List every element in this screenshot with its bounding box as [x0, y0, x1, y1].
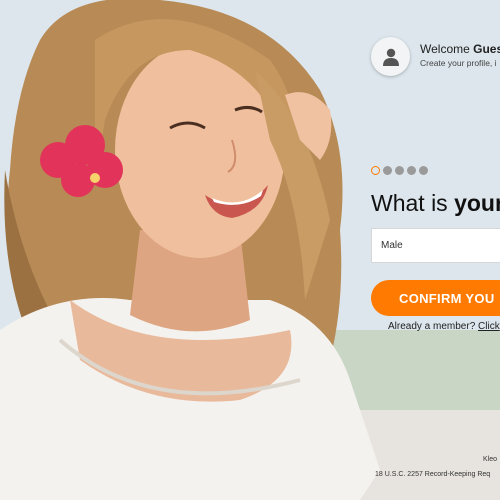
welcome-header: Welcome Guest Create your profile, i — [371, 37, 500, 77]
step-dot-3 — [395, 166, 404, 175]
user-icon — [382, 48, 399, 66]
step-dot-2 — [383, 166, 392, 175]
question-heading: What is your — [371, 190, 500, 217]
step-indicator — [371, 166, 428, 175]
footer-brand: Kleo — [483, 456, 498, 463]
gender-select[interactable]: Male — [371, 228, 500, 263]
question-emphasis: your — [454, 190, 500, 216]
confirm-button[interactable]: CONFIRM YOU — [371, 280, 500, 316]
gender-select-value: Male — [381, 240, 403, 251]
welcome-title: Welcome Guest — [420, 42, 500, 56]
welcome-name: Guest — [473, 42, 500, 56]
step-dot-1 — [371, 166, 380, 175]
confirm-button-label: CONFIRM YOU — [399, 291, 495, 306]
question-prefix: What is — [371, 190, 455, 216]
member-text: Already a member? — [388, 321, 479, 332]
welcome-subtitle: Create your profile, i — [420, 58, 497, 68]
footer-legal-link[interactable]: 18 U.S.C. 2257 Record-Keeping Req — [375, 471, 490, 478]
member-prompt: Already a member? Click — [388, 321, 500, 332]
welcome-prefix: Welcome — [420, 42, 474, 56]
avatar[interactable] — [371, 37, 410, 76]
login-link[interactable]: Click — [478, 321, 500, 332]
landing-page: Welcome Guest Create your profile, i Wha… — [0, 0, 500, 500]
step-dot-5 — [419, 166, 428, 175]
step-dot-4 — [407, 166, 416, 175]
